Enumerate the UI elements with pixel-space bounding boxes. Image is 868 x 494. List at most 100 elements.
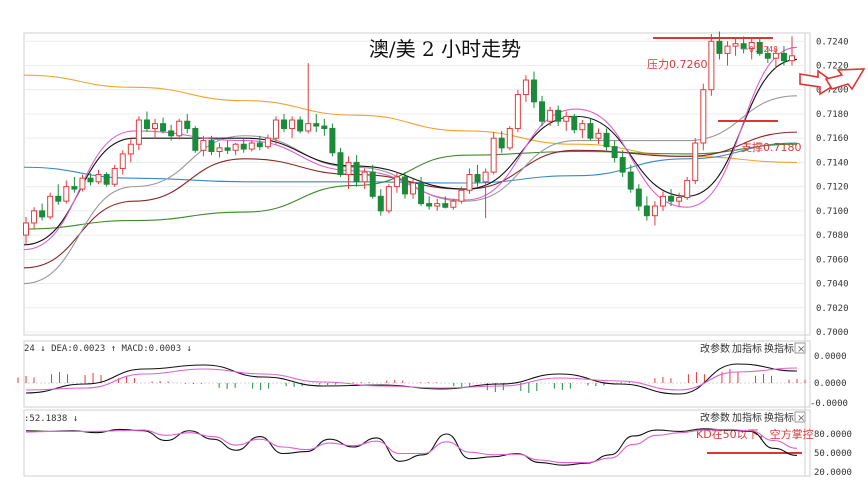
macd-dea-line: [25, 367, 798, 391]
candle-down: [321, 125, 328, 129]
candle-up: [772, 52, 779, 59]
macd-add-indicator-button[interactable]: 加指标: [732, 342, 762, 355]
price-tick-label: 0.7180: [816, 110, 849, 120]
kd-k-line: [25, 428, 798, 466]
kd-header: :52.1838 ↓: [24, 414, 78, 424]
candle-up: [563, 115, 570, 122]
macd-switch-indicator-button[interactable]: 换指标: [764, 342, 794, 355]
candle-down: [426, 203, 433, 207]
candle-down: [539, 101, 546, 122]
candle-up: [248, 142, 255, 150]
candle-down: [668, 195, 675, 202]
candle-down: [297, 119, 304, 132]
candle-down: [530, 79, 537, 103]
candle-up: [708, 40, 715, 91]
price-tick-label: 0.7100: [816, 207, 849, 217]
candle-up: [659, 195, 666, 207]
resistance-label: 压力0.7260: [647, 58, 708, 71]
panel-frames: [23, 32, 811, 477]
macd-tick-0: 0.0000: [814, 352, 847, 362]
candle-up: [127, 143, 134, 155]
candle-down: [55, 195, 62, 202]
ma-line-ma_orange: [23, 74, 798, 163]
candle-up: [47, 195, 54, 218]
candle-down: [39, 210, 46, 218]
candle-up: [700, 89, 707, 144]
candle-down: [160, 123, 167, 132]
candle-down: [740, 43, 747, 50]
candle-down: [87, 177, 94, 183]
support-label: 支撑0.7180: [741, 140, 802, 154]
kd-tick-2: 20.0000: [814, 468, 852, 478]
candle-down: [192, 127, 199, 151]
macd-drawing: [17, 363, 806, 395]
candle-up: [361, 171, 368, 183]
candle-down: [143, 119, 150, 129]
forex-chart: 0.72400.72200.72000.71800.71600.71400.71…: [17, 31, 866, 478]
candle-down: [555, 109, 562, 122]
candle-down: [369, 171, 376, 197]
candle-up: [200, 140, 207, 151]
candle-up: [176, 120, 183, 137]
candle-up: [393, 176, 400, 188]
candle-down: [780, 52, 787, 62]
candle-up: [450, 200, 457, 208]
price-tick-label: 0.7040: [816, 280, 849, 290]
price-tick-label: 0.7080: [816, 231, 849, 241]
moving-average-lines: [23, 46, 798, 285]
kd-tick-1: 50.0000: [814, 449, 852, 459]
candle-up: [79, 177, 86, 190]
candle-up: [514, 94, 521, 129]
candle-down: [643, 205, 650, 217]
price-tick-label: 0.7020: [816, 304, 849, 314]
candle-up: [692, 142, 699, 182]
candle-down: [240, 143, 247, 150]
candle-up: [466, 174, 473, 191]
candle-up: [152, 123, 159, 129]
candle-up: [676, 197, 683, 202]
candle-up: [434, 203, 441, 207]
candle-down: [184, 120, 191, 129]
candle-up: [506, 127, 513, 149]
candle-up: [119, 153, 126, 169]
candle-up: [458, 189, 465, 202]
candle-down: [627, 171, 634, 190]
kd-add-indicator-button[interactable]: 加指标: [732, 411, 762, 424]
candle-down: [401, 176, 408, 195]
candle-up: [232, 143, 239, 151]
kd-close-icon: ×: [797, 413, 805, 424]
candle-up: [216, 147, 223, 153]
candle-up: [305, 123, 312, 132]
candle-up: [651, 205, 658, 217]
candle-down: [418, 182, 425, 205]
ma-line-ma_pink: [23, 46, 798, 251]
candle-up: [23, 222, 29, 236]
candle-up: [684, 180, 691, 199]
macd-edit-params-button[interactable]: 改参数: [700, 342, 730, 355]
candle-down: [619, 157, 626, 173]
macd-panel: 24 ↓ DEA:0.0023 ↑ MACD:0.0003 ↓ 改参数 加指标 …: [24, 342, 848, 409]
candle-up: [95, 174, 102, 183]
candle-up: [289, 119, 296, 129]
kd-switch-indicator-button[interactable]: 换指标: [764, 411, 794, 424]
candle-up: [272, 119, 279, 139]
candle-down: [764, 52, 771, 59]
candle-down: [377, 195, 384, 212]
candle-down: [442, 203, 449, 208]
candle-down: [474, 174, 481, 183]
candle-down: [635, 188, 642, 207]
high-label: 0.7248: [749, 45, 778, 54]
candle-up: [522, 79, 529, 96]
candle-down: [571, 115, 578, 131]
candle-down: [208, 140, 215, 153]
price-tick-label: 0.7140: [816, 158, 849, 168]
kd-edit-params-button[interactable]: 改参数: [700, 411, 730, 424]
candle-up: [579, 123, 586, 131]
candle-up: [595, 132, 602, 139]
candle-down: [329, 127, 336, 154]
candle-down: [313, 123, 320, 127]
candle-down: [281, 119, 288, 129]
candle-up: [385, 186, 392, 212]
macd-tick-1: 0.0000: [814, 379, 847, 389]
candle-down: [168, 130, 175, 137]
